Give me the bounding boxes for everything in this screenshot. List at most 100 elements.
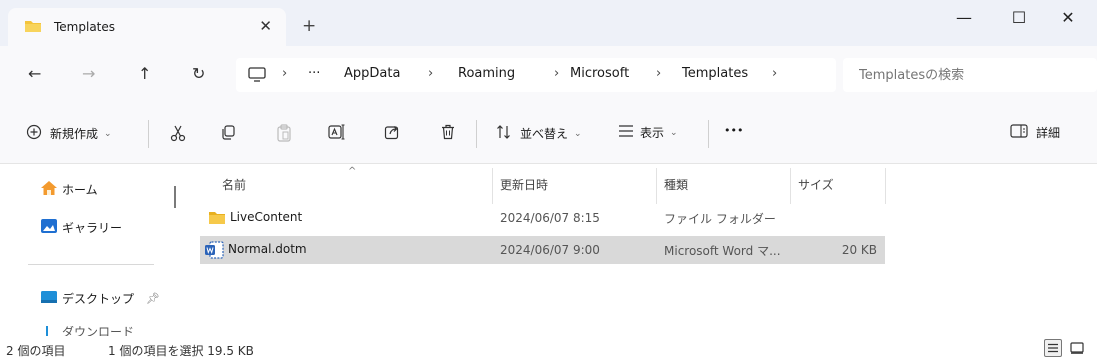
back-button[interactable]: ←: [28, 64, 41, 83]
column-separator[interactable]: [790, 168, 791, 204]
selection-info: 1 個の項目を選択 19.5 KB: [108, 344, 254, 358]
sidebar-item-label: ギャラリー: [62, 221, 123, 235]
item-count: 2 個の項目: [6, 344, 66, 358]
pin-icon[interactable]: 📌︎: [146, 292, 160, 305]
breadcrumb-more[interactable]: ···: [308, 66, 320, 81]
tab-templates[interactable]: Templates ✕: [8, 8, 286, 46]
sidebar-item-desktop[interactable]: デスクトップ 📌︎: [40, 290, 160, 307]
more-icon: •••: [724, 124, 744, 137]
chevron-down-icon: ⌄: [574, 128, 582, 139]
sidebar-item-home[interactable]: ホーム: [40, 180, 98, 199]
file-type: ファイル フォルダー: [664, 212, 776, 226]
new-tab-button[interactable]: +: [302, 16, 316, 36]
cut-button[interactable]: [170, 124, 186, 145]
breadcrumb-appdata[interactable]: AppData: [344, 66, 400, 81]
folder-icon: [208, 210, 226, 228]
new-button[interactable]: 新規作成 ⌄: [26, 124, 112, 143]
sidebar-divider: [28, 264, 154, 265]
command-bar: 新規作成 ⌄ 並べ替え ⌄ 表示 ⌄ ••• 詳細: [0, 104, 1097, 164]
sidebar-item-downloads[interactable]: ダウンロード: [40, 326, 134, 336]
close-button[interactable]: ✕: [1045, 8, 1091, 27]
tiles-view-button[interactable]: [1068, 339, 1086, 357]
details-view-button[interactable]: [1044, 339, 1062, 357]
tiles-view-icon: [1070, 342, 1084, 354]
file-name: Normal.dotm: [228, 242, 307, 256]
rename-icon: [328, 124, 346, 143]
chevron-down-icon: ⌄: [670, 127, 678, 138]
sort-button[interactable]: 並べ替え ⌄: [496, 124, 582, 143]
new-label: 新規作成: [50, 127, 99, 141]
search-input[interactable]: [843, 58, 1097, 92]
trash-icon: [440, 124, 456, 143]
breadcrumb-microsoft[interactable]: Microsoft: [570, 66, 629, 81]
file-size: 20 KB: [841, 243, 877, 257]
title-bar: Templates ✕ + — ☐ ✕: [0, 0, 1097, 46]
refresh-button[interactable]: ↻: [192, 64, 205, 83]
sidebar-item-label: デスクトップ: [62, 292, 135, 306]
address-bar: ← → ↑ ↻ › ··· AppData › Roaming › Micros…: [0, 46, 1097, 104]
details-label: 詳細: [1036, 126, 1061, 140]
view-button[interactable]: 表示 ⌄: [618, 124, 678, 141]
computer-icon[interactable]: [248, 67, 266, 86]
copy-button[interactable]: [220, 124, 236, 143]
view-label: 表示: [640, 126, 665, 140]
maximize-button[interactable]: ☐: [996, 8, 1042, 27]
column-header-type[interactable]: 種類: [664, 176, 688, 193]
share-button[interactable]: [384, 124, 400, 143]
breadcrumb-roaming[interactable]: Roaming: [458, 66, 515, 81]
navigation-pane: ホーム ギャラリー デスクトップ 📌︎ ダウンロード: [0, 164, 176, 336]
download-icon: [46, 326, 48, 336]
toolbar-divider: [148, 120, 149, 148]
rename-button[interactable]: [328, 124, 346, 143]
sort-label: 並べ替え: [520, 127, 569, 141]
view-list-icon: [618, 124, 634, 141]
share-icon: [384, 124, 400, 143]
column-header-name[interactable]: 名前: [222, 176, 246, 193]
toolbar-divider: [476, 120, 477, 148]
home-icon: [40, 180, 58, 199]
tab-title: Templates: [54, 20, 116, 34]
up-button[interactable]: ↑: [138, 64, 151, 83]
gallery-icon: [40, 218, 58, 237]
tab-close-icon[interactable]: ✕: [259, 17, 272, 35]
status-bar: 2 個の項目 1 個の項目を選択 19.5 KB: [0, 336, 1097, 362]
navigation-pane-scroll-thumb[interactable]: [174, 186, 176, 208]
column-separator[interactable]: [656, 168, 657, 204]
sidebar-item-label: ホーム: [62, 183, 98, 197]
toolbar-divider: [708, 120, 709, 148]
search-box[interactable]: [843, 58, 1097, 92]
scissors-icon: [170, 124, 186, 145]
plus-circle-icon: [26, 124, 42, 143]
delete-button[interactable]: [440, 124, 456, 143]
forward-button[interactable]: →: [82, 64, 95, 83]
breadcrumb-separator: ›: [772, 66, 778, 81]
details-pane-icon: [1010, 124, 1028, 141]
file-row-normal-dotm[interactable]: Normal.dotm 2024/06/07 9:00 Microsoft Wo…: [200, 236, 885, 264]
sort-ascending-icon: ^: [348, 166, 357, 177]
column-separator[interactable]: [492, 168, 493, 204]
minimize-button[interactable]: —: [941, 8, 987, 27]
column-header-date[interactable]: 更新日時: [500, 176, 548, 193]
breadcrumb-separator: ›: [428, 66, 434, 81]
clipboard-icon: [276, 124, 292, 145]
file-name: LiveContent: [230, 210, 303, 224]
file-row-livecontent[interactable]: LiveContent 2024/06/07 8:15 ファイル フォルダー: [200, 204, 885, 232]
column-header-size[interactable]: サイズ: [798, 176, 834, 193]
breadcrumb-separator: ›: [656, 66, 662, 81]
breadcrumb-templates[interactable]: Templates: [682, 66, 748, 81]
breadcrumb-separator: ›: [282, 66, 288, 81]
paste-button[interactable]: [276, 124, 292, 145]
more-options-button[interactable]: •••: [724, 124, 743, 137]
copy-icon: [220, 124, 236, 143]
folder-icon: [24, 19, 42, 36]
details-pane-button[interactable]: 詳細: [1010, 124, 1060, 141]
column-separator[interactable]: [885, 168, 886, 204]
file-date: 2024/06/07 8:15: [500, 211, 600, 225]
sidebar-item-gallery[interactable]: ギャラリー: [40, 218, 122, 237]
breadcrumb-separator: ›: [554, 66, 560, 81]
breadcrumb[interactable]: › ··· AppData › Roaming › Microsoft › Te…: [236, 58, 836, 92]
sort-icon: [496, 124, 512, 143]
word-template-icon: [204, 241, 224, 262]
file-type: Microsoft Word マ...: [664, 244, 781, 258]
content-area: ホーム ギャラリー デスクトップ 📌︎ ダウンロード ^ 名前 更新日時 種類 …: [0, 164, 1097, 336]
